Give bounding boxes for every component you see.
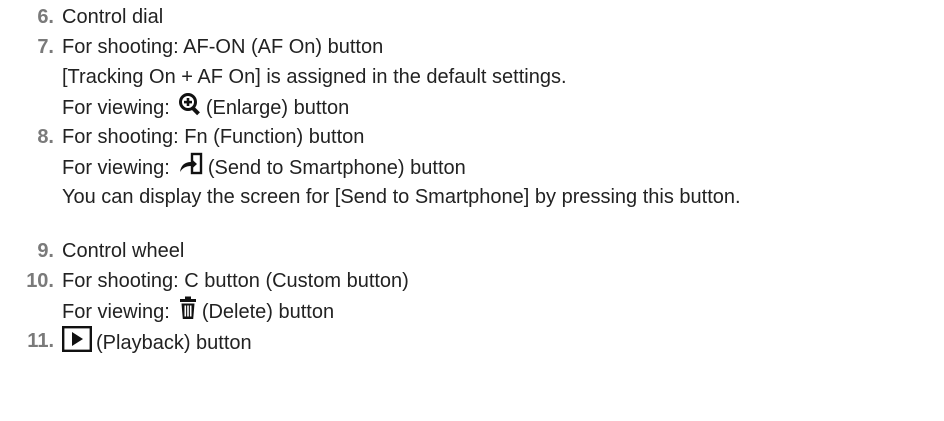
item-text: For viewing: (Send to Smartphone) button xyxy=(62,152,944,182)
playback-icon xyxy=(62,326,93,361)
item-text: For shooting: C button (Custom button) xyxy=(62,270,409,292)
item-text: For viewing: (Delete) button xyxy=(62,296,944,326)
item-text: For viewing: (Enlarge) button xyxy=(62,92,944,122)
enlarge-icon xyxy=(178,92,202,125)
item-text: You can display the screen for [Send to … xyxy=(62,186,741,208)
item-text: Control wheel xyxy=(62,240,185,262)
item-number: 10. xyxy=(26,270,54,292)
item-text: For shooting: Fn (Function) button xyxy=(62,126,365,148)
viewing-prefix: For viewing: xyxy=(62,300,170,323)
list-item-7: 7. For shooting: AF-ON (AF On) button [T… xyxy=(0,32,944,122)
item-number: 11. xyxy=(27,330,54,352)
list-item-10: 10. For shooting: C button (Custom butto… xyxy=(0,266,944,326)
button-description-list: 6. Control dial 7. For shooting: AF-ON (… xyxy=(0,0,944,356)
list-item-6: 6. Control dial xyxy=(0,2,944,32)
list-item-8: 8. For shooting: Fn (Function) button Fo… xyxy=(0,122,944,212)
item-number: 7. xyxy=(37,36,54,58)
item-text: [Tracking On + AF On] is assigned in the… xyxy=(62,66,567,88)
item-text: For shooting: AF-ON (AF On) button xyxy=(62,36,384,58)
list-item-9: 9. Control wheel xyxy=(0,236,944,266)
item-text: (Playback) button xyxy=(62,326,944,356)
viewing-prefix: For viewing: xyxy=(62,156,170,179)
viewing-suffix: (Send to Smartphone) button xyxy=(207,156,466,179)
viewing-prefix: For viewing: xyxy=(62,96,170,119)
send-to-smartphone-icon xyxy=(178,152,204,185)
viewing-suffix: (Enlarge) button xyxy=(205,96,350,119)
item-number: 8. xyxy=(37,126,54,148)
list-item-11: 11. (Playback) button xyxy=(0,326,944,356)
viewing-suffix: (Delete) button xyxy=(201,300,335,323)
item-number: 6. xyxy=(37,6,54,28)
item-number: 9. xyxy=(37,240,54,262)
item-text: Control dial xyxy=(62,6,164,28)
playback-label: (Playback) button xyxy=(96,331,252,354)
delete-icon xyxy=(178,296,198,329)
